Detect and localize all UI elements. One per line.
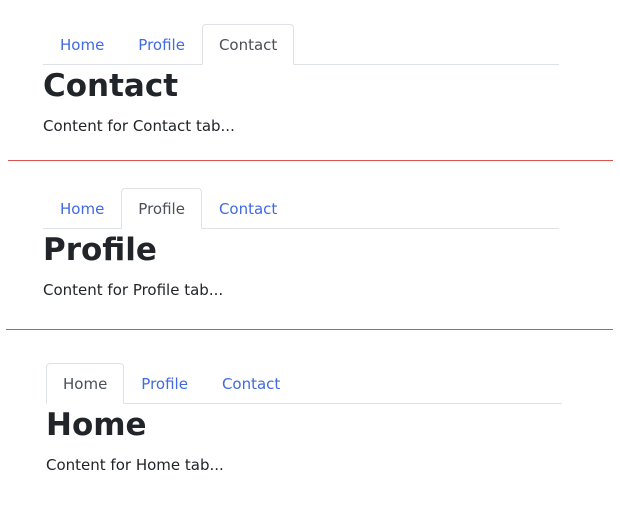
tab-content-text: Content for Home tab... [46, 456, 224, 474]
tab-home[interactable]: Home [43, 189, 121, 229]
divider [8, 160, 613, 161]
nav-tabs: Home Profile Contact [46, 362, 562, 404]
tab-contact[interactable]: Contact [201, 24, 295, 65]
tab-content-text: Content for Contact tab... [43, 117, 235, 135]
page-title: Profile [43, 232, 157, 268]
tab-panel-contact: Home Profile Contact Contact Content for… [43, 23, 559, 135]
nav-tabs: Home Profile Contact [43, 23, 559, 65]
tab-profile[interactable]: Profile [124, 364, 205, 404]
nav-tabs: Home Profile Contact [43, 187, 559, 229]
tab-contact[interactable]: Contact [202, 189, 294, 229]
tab-home[interactable]: Home [43, 25, 121, 65]
tab-panel-home: Home Profile Contact Home Content for Ho… [46, 362, 562, 474]
tab-content-text: Content for Profile tab... [43, 281, 224, 299]
divider [6, 329, 613, 330]
page-title: Home [46, 407, 147, 443]
page-title: Contact [43, 68, 179, 104]
tab-home[interactable]: Home [46, 363, 125, 404]
tab-profile[interactable]: Profile [121, 188, 202, 229]
tab-contact[interactable]: Contact [205, 364, 297, 404]
tab-profile[interactable]: Profile [121, 25, 202, 65]
tab-panel-profile: Home Profile Contact Profile Content for… [43, 187, 559, 299]
